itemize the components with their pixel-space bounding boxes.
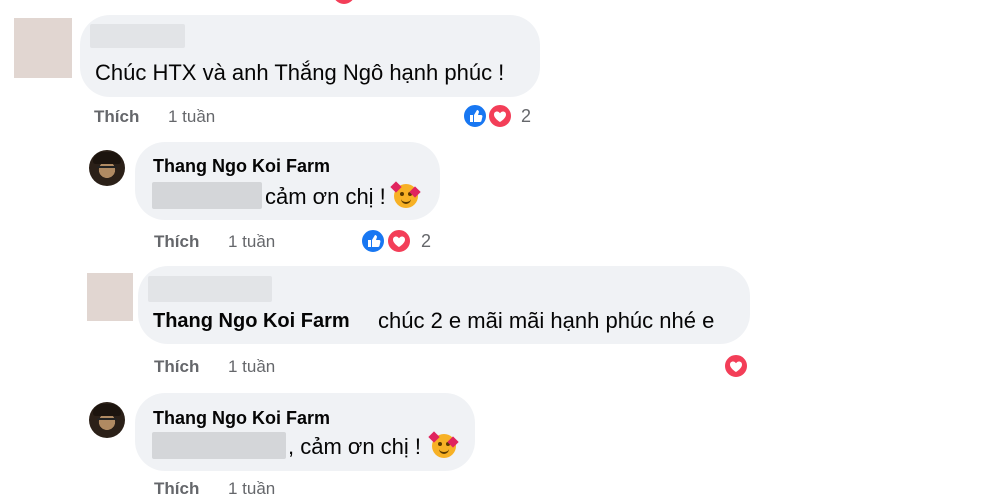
comment-text: chúc 2 e mãi mãi hạnh phúc nhé e xyxy=(378,308,715,333)
avatar[interactable] xyxy=(89,402,125,438)
reaction-count[interactable]: 2 xyxy=(421,231,431,252)
avatar[interactable] xyxy=(89,150,125,186)
like-icon[interactable] xyxy=(462,103,488,129)
author-name[interactable]: Thang Ngo Koi Farm xyxy=(153,156,330,177)
like-button[interactable]: Thích xyxy=(154,357,199,377)
smiling-face-with-hearts-emoji xyxy=(428,431,459,458)
timestamp[interactable]: 1 tuần xyxy=(228,232,275,252)
redacted-mention xyxy=(152,432,286,459)
redacted-mention xyxy=(152,182,262,209)
timestamp[interactable]: 1 tuần xyxy=(228,357,275,377)
reaction-count[interactable]: 2 xyxy=(521,106,531,127)
tagged-name[interactable]: Thang Ngo Koi Farm xyxy=(153,310,350,333)
love-icon[interactable] xyxy=(386,228,412,254)
timestamp[interactable]: 1 tuần xyxy=(168,107,215,127)
like-button[interactable]: Thích xyxy=(154,479,199,499)
redacted-author-name xyxy=(148,276,272,302)
love-icon[interactable] xyxy=(723,353,749,379)
redacted-author-name xyxy=(90,24,185,48)
love-icon[interactable] xyxy=(487,103,513,129)
comment-text: cảm ơn chị ! xyxy=(265,184,386,209)
author-name[interactable]: Thang Ngo Koi Farm xyxy=(153,408,330,429)
avatar[interactable] xyxy=(87,273,133,321)
love-reaction-icon xyxy=(333,0,355,4)
smiling-face-with-hearts-emoji xyxy=(390,181,421,208)
like-button[interactable]: Thích xyxy=(154,232,199,252)
avatar[interactable] xyxy=(14,18,72,78)
comment-text: Chúc HTX và anh Thắng Ngô hạnh phúc ! xyxy=(95,60,505,85)
like-button[interactable]: Thích xyxy=(94,107,139,127)
like-icon[interactable] xyxy=(360,228,386,254)
timestamp[interactable]: 1 tuần xyxy=(228,479,275,499)
comment-text: , cảm ơn chị ! xyxy=(288,434,422,459)
